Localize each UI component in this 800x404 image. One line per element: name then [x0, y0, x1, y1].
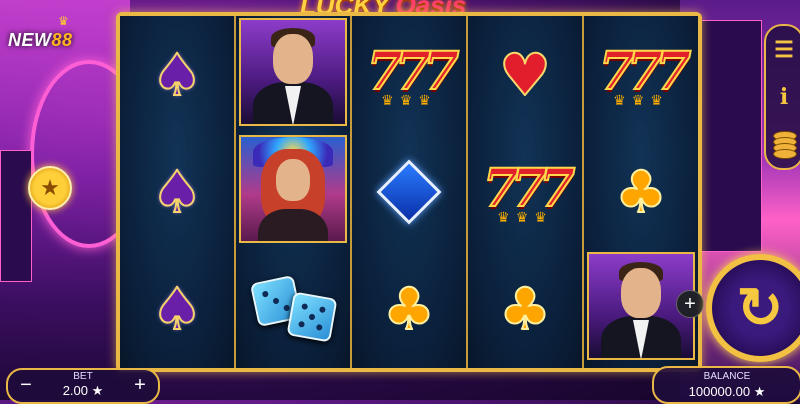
reel-cell [352, 135, 466, 249]
showgirl-symbol [241, 137, 345, 241]
dice-icon [248, 274, 338, 343]
triple-seven-icon: 777 ♛♛♛ [598, 40, 692, 108]
spade-icon: ♠ [150, 41, 204, 109]
diamond-icon [376, 159, 442, 225]
side-menu-panel: ☰ i [764, 24, 800, 170]
reel-cell [239, 18, 347, 126]
die [286, 291, 338, 343]
reel-cell: ♠ [120, 18, 234, 132]
club-icon: ♣ [498, 275, 552, 343]
reel-3: 777 ♛♛♛ ♣ [352, 16, 468, 368]
reel-cell: ♣ [584, 135, 698, 249]
reel-cell: ♥ [468, 18, 582, 132]
balance-value: 100000.00 ★ [688, 384, 766, 399]
reel-cell [239, 135, 347, 243]
balance-panel: BALANCE 100000.00 ★ [652, 366, 800, 404]
reel-cell: ♣ [352, 252, 466, 366]
menu-icon[interactable]: ☰ [774, 37, 794, 63]
heart-icon: ♥ [498, 41, 552, 109]
reel-cell [236, 252, 350, 366]
triple-seven-icon: 777 ♛♛♛ [482, 157, 576, 225]
background-building [700, 20, 762, 252]
spade-icon: ♠ [150, 158, 204, 226]
info-icon[interactable]: i [780, 84, 788, 110]
star-coin-button[interactable]: ★ [28, 166, 72, 210]
bet-panel: − BET 2.00 ★ + [6, 368, 160, 404]
reel-frame: ♠ ♠ ♠ 777 ♛♛♛ ♣ ♥ 777 ♛♛♛ ♣ 777 ♛♛♛ ♣ [116, 12, 702, 372]
reel-cell: ♣ [468, 252, 582, 366]
club-icon: ♣ [382, 275, 436, 343]
brand-logo: NEW88 [8, 30, 73, 50]
reel-cell: ♠ [120, 252, 234, 366]
reel-cell: 777 ♛♛♛ [468, 135, 582, 249]
balance-label: BALANCE [703, 371, 751, 382]
reel-cell: ♠ [120, 135, 234, 249]
reel-cell: 777 ♛♛♛ [352, 18, 466, 132]
reel-4: ♥ 777 ♛♛♛ ♣ [468, 16, 584, 368]
bet-increase-button[interactable]: + [130, 374, 150, 397]
chips-icon[interactable] [773, 131, 797, 160]
triple-seven-icon: 777 ♛♛♛ [366, 40, 460, 108]
reel-2 [236, 16, 352, 368]
reel-1: ♠ ♠ ♠ [120, 16, 236, 368]
background-building [0, 150, 32, 282]
spade-icon: ♠ [150, 275, 204, 343]
autoplay-plus-button[interactable]: + [676, 290, 704, 318]
crown-icon: ♛ [58, 14, 69, 28]
gentleman-symbol [241, 20, 345, 124]
star-icon: ★ [40, 175, 60, 200]
reels-grid: ♠ ♠ ♠ 777 ♛♛♛ ♣ ♥ 777 ♛♛♛ ♣ 777 ♛♛♛ ♣ [120, 16, 698, 368]
spin-icon: ↻ [736, 276, 784, 339]
reel-cell: 777 ♛♛♛ [584, 18, 698, 132]
club-icon: ♣ [614, 158, 668, 226]
